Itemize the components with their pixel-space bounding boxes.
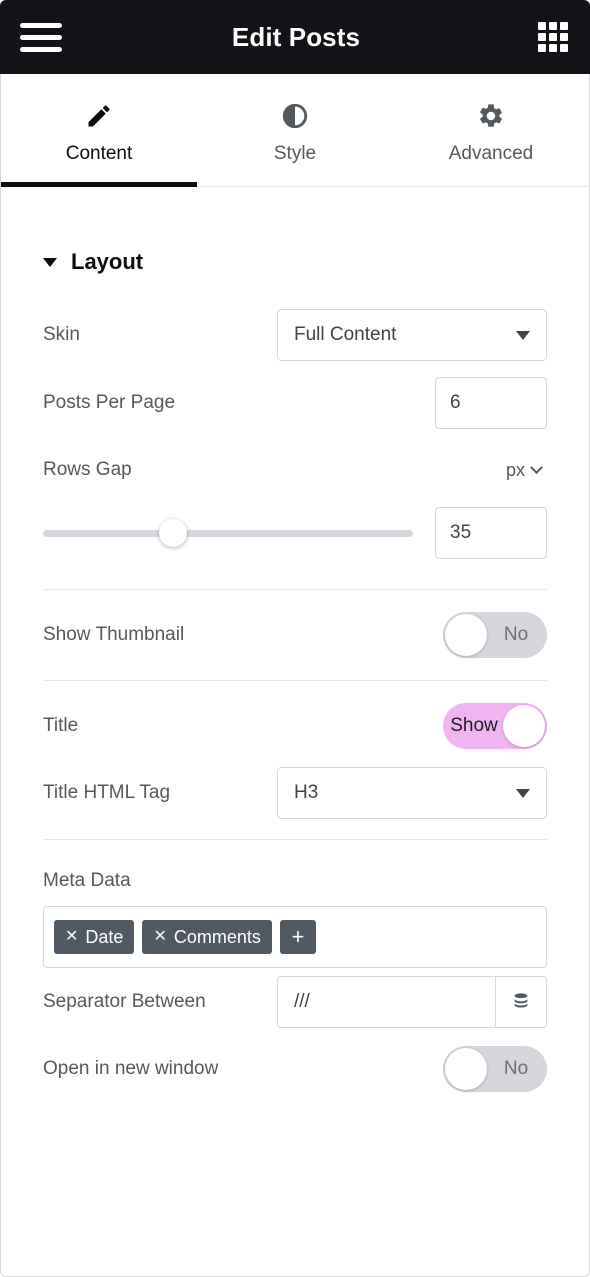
rows-gap-input[interactable]: 35 <box>435 507 547 559</box>
control-separator-between: Separator Between /// <box>43 968 547 1036</box>
title-html-tag-value: H3 <box>294 782 319 803</box>
open-new-window-toggle[interactable]: No <box>443 1046 547 1092</box>
apps-grid-icon[interactable] <box>538 22 568 52</box>
pencil-icon <box>85 102 113 130</box>
control-rows-gap: Rows Gap px <box>43 437 547 503</box>
skin-select[interactable]: Full Content <box>277 309 547 361</box>
apps-grid-cell <box>538 33 546 41</box>
dropdown-arrow-icon <box>516 330 530 340</box>
posts-per-page-input[interactable]: 6 <box>435 377 547 429</box>
tab-content[interactable]: Content <box>1 74 197 187</box>
rows-gap-unit-label: px <box>505 459 525 480</box>
apps-grid-cell <box>538 22 546 30</box>
meta-data-label: Meta Data <box>43 870 131 891</box>
meta-data-tags-box[interactable]: ✕ Date ✕ Comments + <box>43 906 547 968</box>
control-show-thumbnail: Show Thumbnail No <box>43 602 547 668</box>
panel-body: Content Style Advanced Layout Skin Full … <box>0 74 590 1277</box>
meta-data-tag-label: Date <box>85 926 124 947</box>
divider <box>43 839 547 840</box>
control-title: Title Show <box>43 693 547 759</box>
tab-advanced-label: Advanced <box>448 142 534 164</box>
page-title: Edit Posts <box>231 21 361 52</box>
control-title-html-tag: Title HTML Tag H3 <box>43 759 547 827</box>
divider <box>43 680 547 681</box>
rows-gap-slider[interactable] <box>43 519 413 547</box>
control-meta-data: Meta Data ✕ Date ✕ Comments + <box>43 852 547 968</box>
separator-between-input[interactable]: /// <box>277 976 495 1028</box>
posts-per-page-label: Posts Per Page <box>43 392 176 413</box>
tab-content-label: Content <box>65 142 133 164</box>
rows-gap-slider-row: 35 <box>43 503 547 577</box>
apps-grid-cell <box>549 44 557 52</box>
meta-data-tag-label: Comments <box>173 926 261 947</box>
title-html-tag-label: Title HTML Tag <box>43 782 171 803</box>
top-bar: Edit Posts <box>0 0 590 74</box>
tab-style[interactable]: Style <box>197 74 393 186</box>
meta-data-tag-comments[interactable]: ✕ Comments <box>142 920 272 954</box>
apps-grid-cell <box>549 33 557 41</box>
chevron-down-icon <box>530 460 543 474</box>
divider <box>43 589 547 590</box>
open-new-window-label: Open in new window <box>43 1058 219 1079</box>
slider-track <box>43 529 413 537</box>
meta-data-add-button[interactable]: + <box>279 920 316 954</box>
gear-icon <box>477 102 505 130</box>
dropdown-arrow-icon <box>516 788 530 798</box>
title-label: Title <box>43 715 79 736</box>
contrast-icon <box>281 102 309 130</box>
slider-knob[interactable] <box>158 519 187 547</box>
meta-data-tag-date[interactable]: ✕ Date <box>54 920 135 954</box>
section-layout-header[interactable]: Layout <box>43 223 547 301</box>
database-stack-icon[interactable] <box>495 976 547 1028</box>
title-html-tag-select[interactable]: H3 <box>277 767 547 819</box>
control-open-new-window: Open in new window No <box>43 1036 547 1102</box>
title-toggle[interactable]: Show <box>443 703 547 749</box>
editor-panel: Edit Posts Content Style Advanced Layout… <box>0 0 590 1277</box>
apps-grid-cell <box>560 44 568 52</box>
controls-container: Layout Skin Full Content Posts Per Page … <box>1 223 589 1102</box>
control-posts-per-page: Posts Per Page 6 <box>43 369 547 437</box>
apps-grid-cell <box>560 33 568 41</box>
skin-select-value: Full Content <box>294 324 397 345</box>
separator-between-field: /// <box>277 976 547 1028</box>
tab-style-label: Style <box>273 142 317 164</box>
apps-grid-cell <box>549 22 557 30</box>
show-thumbnail-toggle[interactable]: No <box>443 612 547 658</box>
separator-between-label: Separator Between <box>43 991 206 1012</box>
remove-x-icon[interactable]: ✕ <box>153 929 166 945</box>
tab-advanced[interactable]: Advanced <box>393 74 589 186</box>
toggle-knob <box>503 705 545 747</box>
apps-grid-cell <box>560 22 568 30</box>
rows-gap-label: Rows Gap <box>43 459 132 480</box>
toggle-knob <box>445 614 487 656</box>
skin-label: Skin <box>43 324 80 345</box>
control-skin: Skin Full Content <box>43 301 547 369</box>
remove-x-icon[interactable]: ✕ <box>65 929 78 945</box>
rows-gap-unit-switcher[interactable]: px <box>506 460 547 481</box>
toggle-knob <box>445 1048 487 1090</box>
show-thumbnail-label: Show Thumbnail <box>43 624 185 645</box>
caret-down-icon <box>43 257 57 267</box>
tab-bar: Content Style Advanced <box>1 74 589 187</box>
apps-grid-cell <box>538 44 546 52</box>
section-layout-title: Layout <box>71 249 144 274</box>
